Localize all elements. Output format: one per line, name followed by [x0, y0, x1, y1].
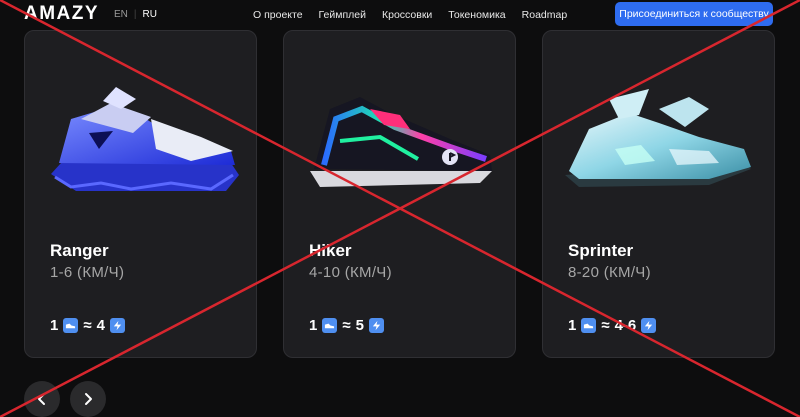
nav-gameplay[interactable]: Геймплей — [319, 9, 366, 21]
card-speed: 8-20 (КМ/Ч) — [568, 264, 651, 281]
ratio-left: 1 — [50, 317, 59, 334]
nav-roadmap[interactable]: Roadmap — [522, 9, 568, 21]
card-title: Hiker — [309, 241, 352, 260]
carousel-prev-button[interactable] — [24, 381, 60, 417]
lang-ru[interactable]: RU — [143, 9, 157, 20]
lang-divider: | — [133, 9, 137, 20]
carousel-next-button[interactable] — [70, 381, 106, 417]
sneaker-image-hiker — [310, 97, 492, 187]
lightning-icon — [109, 318, 125, 333]
card-ratio: 1 ≈ 4 — [50, 317, 125, 334]
ratio-right: 5 — [355, 317, 364, 334]
ratio-left: 1 — [568, 317, 577, 334]
nav-sneakers[interactable]: Кроссовки — [382, 9, 432, 21]
ratio-right: 4-6 — [614, 317, 637, 334]
sneaker-card-sprinter[interactable]: Sprinter 8-20 (КМ/Ч) 1 ≈ 4-6 — [542, 30, 775, 358]
card-ratio: 1 ≈ 4-6 — [568, 317, 657, 334]
sneaker-card-ranger[interactable]: Ranger 1-6 (КМ/Ч) 1 ≈ 4 — [24, 30, 257, 358]
main-nav: О проекте Геймплей Кроссовки Токеномика … — [253, 9, 567, 21]
card-title: Sprinter — [568, 241, 634, 260]
ratio-approx: ≈ — [601, 317, 610, 334]
shoe-icon — [322, 318, 338, 333]
lightning-icon — [641, 318, 657, 333]
ratio-left: 1 — [309, 317, 318, 334]
ratio-approx: ≈ — [83, 317, 92, 334]
sneaker-image-ranger — [51, 87, 239, 191]
shoe-icon — [581, 318, 597, 333]
lightning-icon — [368, 318, 384, 333]
sneaker-image-sprinter — [565, 89, 751, 187]
ratio-right: 4 — [96, 317, 105, 334]
ratio-approx: ≈ — [342, 317, 351, 334]
card-speed: 1-6 (КМ/Ч) — [50, 264, 125, 281]
shoe-icon — [63, 318, 79, 333]
lang-en[interactable]: EN — [114, 9, 128, 20]
join-community-button[interactable]: Присоединиться к сообществу — [615, 2, 773, 26]
nav-tokenomics[interactable]: Токеномика — [448, 9, 505, 21]
logo[interactable]: AMAZY — [24, 3, 99, 25]
top-bar: AMAZY EN | RU О проекте Геймплей Кроссов… — [0, 0, 800, 30]
language-switcher: EN | RU — [114, 9, 157, 20]
chevron-left-icon — [38, 393, 45, 405]
card-ratio: 1 ≈ 5 — [309, 317, 384, 334]
chevron-right-icon — [85, 393, 92, 405]
card-title: Ranger — [50, 241, 109, 260]
sneaker-card-hiker[interactable]: Hiker 4-10 (КМ/Ч) 1 ≈ 5 — [283, 30, 516, 358]
card-speed: 4-10 (КМ/Ч) — [309, 264, 392, 281]
nav-about[interactable]: О проекте — [253, 9, 303, 21]
